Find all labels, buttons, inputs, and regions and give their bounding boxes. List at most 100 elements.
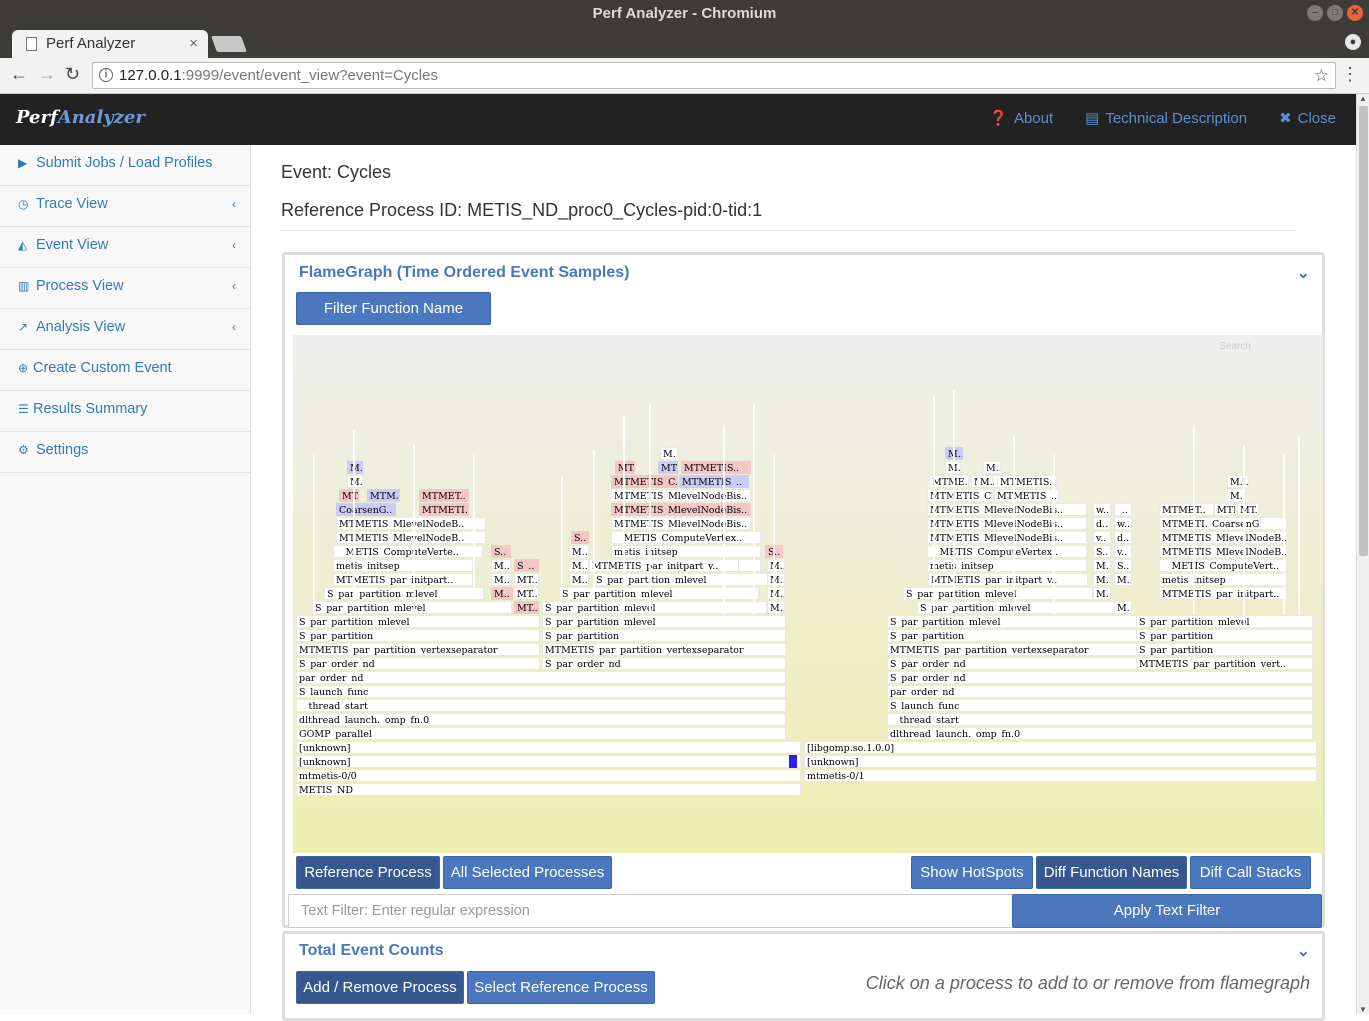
- text-filter-input[interactable]: Text Filter: Enter regular expression: [288, 894, 1015, 928]
- chevron-down-icon[interactable]: ⌄: [1297, 263, 1310, 283]
- brand-logo[interactable]: PerfAnalyzer: [16, 107, 145, 128]
- sidebar-item-trace-view[interactable]: ◷ Trace View ‹: [0, 186, 250, 227]
- flame-frame[interactable]: metis_initsep: [611, 545, 761, 558]
- flame-frame[interactable]: __METIS_ComputeVertex..: [927, 545, 1087, 558]
- bookmark-star-icon[interactable]: ☆: [1314, 63, 1329, 88]
- technical-description-link[interactable]: ▤ Technical Description: [1085, 109, 1247, 127]
- sidebar-item-results-summary[interactable]: ☰ Results Summary: [0, 391, 250, 432]
- flame-frame[interactable]: S_par_partition_mlevel: [593, 573, 768, 586]
- flame-frame[interactable]: M..: [1227, 475, 1243, 488]
- scroll-down-icon[interactable]: ▼: [1359, 1005, 1367, 1014]
- flame-frame[interactable]: S..: [491, 545, 511, 558]
- scrollbar-thumb[interactable]: [1359, 106, 1368, 556]
- flame-frame[interactable]: __thread_start: [887, 713, 1313, 726]
- select-reference-process-button[interactable]: Select Reference Process: [467, 971, 655, 1004]
- url-input[interactable]: i 127.0.0.1:9999/event/event_view?event=…: [92, 62, 1336, 89]
- flame-frame[interactable]: MTM..: [367, 489, 400, 502]
- flame-frame[interactable]: M..: [1093, 587, 1111, 600]
- flame-frame[interactable]: S_par_partition: [887, 629, 1137, 642]
- flame-frame[interactable]: MTMETIS_par_initpart_v..: [928, 573, 1088, 586]
- show-hotspots-button[interactable]: Show HotSpots: [911, 856, 1033, 889]
- info-icon[interactable]: i: [99, 68, 113, 82]
- about-link[interactable]: ❓ About: [989, 109, 1053, 127]
- add-remove-process-button[interactable]: Add / Remove Process: [296, 971, 464, 1004]
- sidebar-item-submit-jobs[interactable]: ▶ Submit Jobs / Load Profiles: [0, 145, 250, 186]
- flame-frame[interactable]: S_par_order_nd: [296, 657, 540, 670]
- flame-frame[interactable]: MTMETIS_MlevelNodeB..: [336, 517, 486, 530]
- flame-frame[interactable]: MTM..: [1214, 503, 1236, 516]
- flame-frame[interactable]: d..: [1093, 517, 1111, 530]
- flame-frame[interactable]: S_par_partition: [296, 629, 540, 642]
- flame-frame[interactable]: S_par_partition_mlevel: [542, 601, 767, 614]
- flame-frame[interactable]: MT..: [514, 601, 539, 614]
- flame-frame[interactable]: MT..: [514, 587, 539, 600]
- sidebar-item-analysis-view[interactable]: ↗ Analysis View ‹: [0, 309, 250, 350]
- flame-frame[interactable]: __METIS_ComputeVert..: [1159, 559, 1287, 572]
- flame-frame[interactable]: S_par_partition_mlevel: [1136, 615, 1313, 628]
- reference-process-button[interactable]: Reference Process: [296, 856, 440, 889]
- profile-icon[interactable]: ●: [1345, 34, 1361, 50]
- new-tab-button[interactable]: [211, 36, 247, 52]
- maximize-button[interactable]: □: [1327, 5, 1343, 21]
- flame-frame[interactable]: v..: [1114, 545, 1132, 558]
- close-window-button[interactable]: ✕: [1347, 5, 1363, 21]
- flame-frame[interactable]: MTMET..: [419, 489, 469, 502]
- flame-frame[interactable]: par_order_nd: [296, 671, 786, 684]
- flame-frame[interactable]: d..: [1114, 531, 1132, 544]
- flamegraph-search-link[interactable]: Search: [1219, 341, 1251, 352]
- browser-menu-icon[interactable]: ⋮: [1341, 64, 1359, 85]
- flame-frame[interactable]: M..: [1114, 601, 1132, 614]
- flame-frame[interactable]: __METIS_ComputeVertex..: [611, 531, 761, 544]
- flame-frame[interactable]: MTMETIS_MlevelNodeBis..: [927, 517, 1087, 530]
- flame-frame[interactable]: MTME..: [929, 475, 969, 488]
- flame-frame[interactable]: S..: [1114, 559, 1132, 572]
- flame-frame[interactable]: M..: [347, 461, 363, 474]
- flame-frame[interactable]: CoarsenG..: [336, 503, 396, 516]
- flame-frame[interactable]: MTMETIS_par_partition_vertexseparator: [542, 643, 786, 656]
- flame-frame-selected[interactable]: [789, 755, 797, 768]
- flame-frame[interactable]: MTMET..: [1159, 503, 1214, 516]
- flame-frame[interactable]: MTMETIS_par_partition_vert..: [1136, 657, 1313, 670]
- flame-frame[interactable]: METIS_ND: [296, 783, 801, 796]
- flame-frame[interactable]: MT..: [514, 573, 539, 586]
- flame-frame[interactable]: M..: [983, 461, 1001, 474]
- flame-frame[interactable]: M..: [767, 587, 785, 600]
- flame-frame[interactable]: M..: [660, 447, 678, 460]
- flame-frame[interactable]: mtmetis-0/1: [804, 769, 1317, 782]
- flame-frame[interactable]: S_par_partition: [1136, 629, 1313, 642]
- flame-frame[interactable]: S_launch_func: [296, 685, 786, 698]
- flame-frame[interactable]: M..: [569, 559, 589, 572]
- flame-frame[interactable]: S_launch_func: [887, 699, 1313, 712]
- flamegraph-panel-title[interactable]: FlameGraph (Time Ordered Event Samples): [299, 264, 629, 282]
- flame-frame[interactable]: MTMETIS_MlevelNodeBis..: [611, 489, 751, 502]
- flame-frame[interactable]: M..: [1093, 573, 1111, 586]
- flame-frame[interactable]: S..: [1093, 545, 1111, 558]
- flame-frame[interactable]: par_order_nd: [887, 685, 1313, 698]
- total-event-counts-title[interactable]: Total Event Counts: [299, 942, 444, 960]
- filter-function-name-button[interactable]: Filter Function Name: [296, 292, 491, 325]
- flame-frame[interactable]: w..: [1093, 503, 1111, 516]
- flame-frame[interactable]: M..: [491, 559, 511, 572]
- flame-frame[interactable]: MT..: [615, 461, 635, 474]
- flame-frame[interactable]: S_par_partition_mlevel: [887, 615, 1137, 628]
- sidebar-item-process-view[interactable]: ▥ Process View ‹: [0, 268, 250, 309]
- flame-frame[interactable]: MTMETIS_MlevelNodeB..: [336, 531, 486, 544]
- flame-frame[interactable]: MTMETIS_..: [679, 475, 749, 488]
- flame-frame[interactable]: MTMETIS_..: [994, 489, 1059, 502]
- sidebar-item-create-custom-event[interactable]: ⊕ Create Custom Event: [0, 350, 250, 391]
- flame-frame[interactable]: M..: [977, 475, 993, 488]
- flame-frame[interactable]: M..: [569, 573, 589, 586]
- chevron-down-icon[interactable]: ⌄: [1297, 941, 1310, 961]
- flame-frame[interactable]: M..: [767, 601, 785, 614]
- flame-frame[interactable]: MTMETIS_MlevelNodeBis..: [611, 503, 751, 516]
- flame-frame[interactable]: S_par_partition: [1136, 643, 1313, 656]
- flame-frame[interactable]: MTMETIS_par_partition_vertexseparator: [296, 643, 540, 656]
- flame-frame[interactable]: S_par_partition_mlevel: [903, 587, 1093, 600]
- reload-icon[interactable]: ↻: [65, 64, 80, 85]
- flame-frame[interactable]: S..: [571, 531, 589, 544]
- flame-frame[interactable]: [unknown]: [296, 755, 801, 768]
- flame-frame[interactable]: GOMP_parallel: [296, 727, 786, 740]
- flame-frame[interactable]: MTMETIS_MlevelNodeB..: [1159, 545, 1287, 558]
- flame-frame[interactable]: w..: [1114, 517, 1132, 530]
- flame-frame[interactable]: __thread_start: [296, 699, 786, 712]
